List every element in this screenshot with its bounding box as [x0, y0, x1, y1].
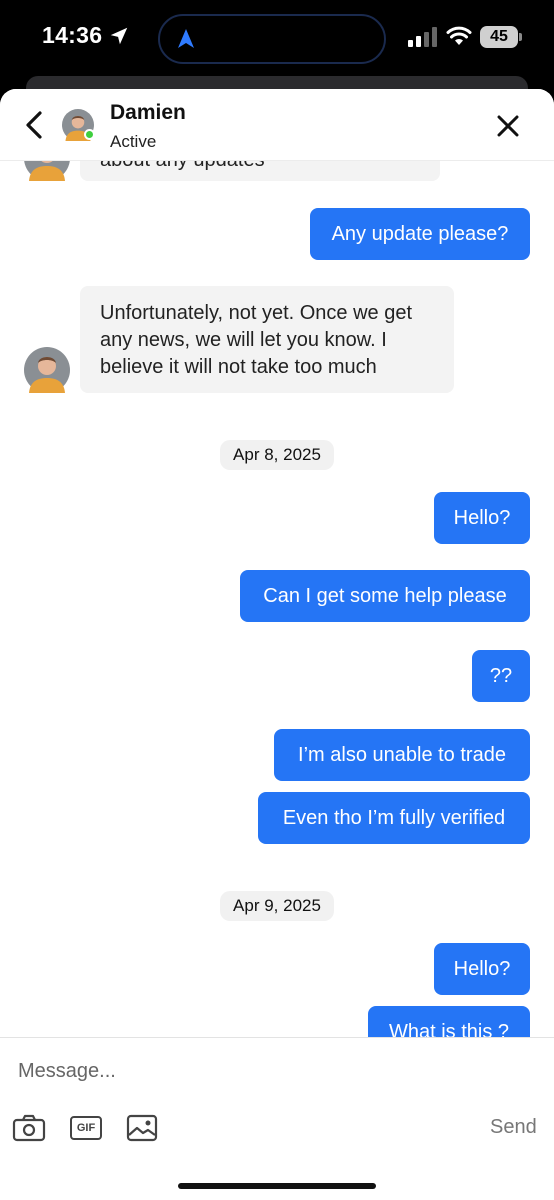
gif-label: GIF	[76, 1122, 96, 1134]
cellular-signal-icon	[408, 27, 437, 47]
battery-level: 45	[480, 26, 518, 48]
chat-sheet: about any updates Any update please? Unf…	[0, 89, 554, 1200]
online-indicator	[84, 129, 95, 140]
close-icon[interactable]	[494, 112, 522, 140]
date-separator: Apr 9, 2025	[220, 891, 334, 921]
message-text: Unfortunately, not yet. Once we get any …	[100, 302, 413, 378]
navigation-arrow-icon	[178, 29, 194, 48]
dynamic-island[interactable]	[158, 14, 386, 64]
chevron-left-icon[interactable]	[20, 109, 48, 141]
message-outgoing: I’m also unable to trade	[274, 729, 530, 781]
contact-avatar	[24, 347, 70, 393]
message-outgoing: Hello?	[434, 943, 530, 995]
message-text: Any update please?	[331, 223, 509, 245]
message-text: Hello?	[453, 507, 511, 529]
message-list[interactable]: about any updates Any update please? Unf…	[0, 89, 554, 1037]
message-outgoing: Any update please?	[310, 208, 530, 260]
image-icon[interactable]	[126, 1114, 158, 1142]
location-arrow-icon	[110, 27, 128, 45]
message-text: Even tho I’m fully verified	[282, 807, 506, 829]
gif-icon[interactable]: GIF	[70, 1116, 102, 1140]
status-bar: 14:36 45	[0, 0, 554, 88]
wifi-icon	[446, 26, 472, 45]
message-outgoing: ??	[472, 650, 530, 702]
battery-icon: 45	[480, 26, 522, 48]
message-text: I’m also unable to trade	[298, 744, 506, 766]
send-button[interactable]: Send	[490, 1116, 537, 1139]
message-outgoing: Even tho I’m fully verified	[258, 792, 530, 844]
message-text: ??	[489, 665, 513, 687]
message-outgoing: What is this ?	[368, 1006, 530, 1037]
contact-status: Active	[110, 132, 157, 151]
message-text: Can I get some help please	[263, 585, 507, 607]
home-indicator[interactable]	[178, 1183, 376, 1189]
date-separator: Apr 8, 2025	[220, 440, 334, 470]
message-text: What is this ?	[388, 1021, 510, 1037]
message-text: Hello?	[453, 958, 511, 980]
message-input[interactable]	[18, 1056, 518, 1086]
camera-icon[interactable]	[12, 1114, 46, 1142]
chat-header: Damien Active	[0, 89, 554, 161]
status-time: 14:36	[42, 22, 103, 48]
message-outgoing: Hello?	[434, 492, 530, 544]
message-incoming: Unfortunately, not yet. Once we get any …	[80, 286, 454, 393]
contact-name[interactable]: Damien	[110, 101, 186, 125]
message-outgoing: Can I get some help please	[240, 570, 530, 622]
message-composer: GIF Send	[0, 1037, 554, 1200]
